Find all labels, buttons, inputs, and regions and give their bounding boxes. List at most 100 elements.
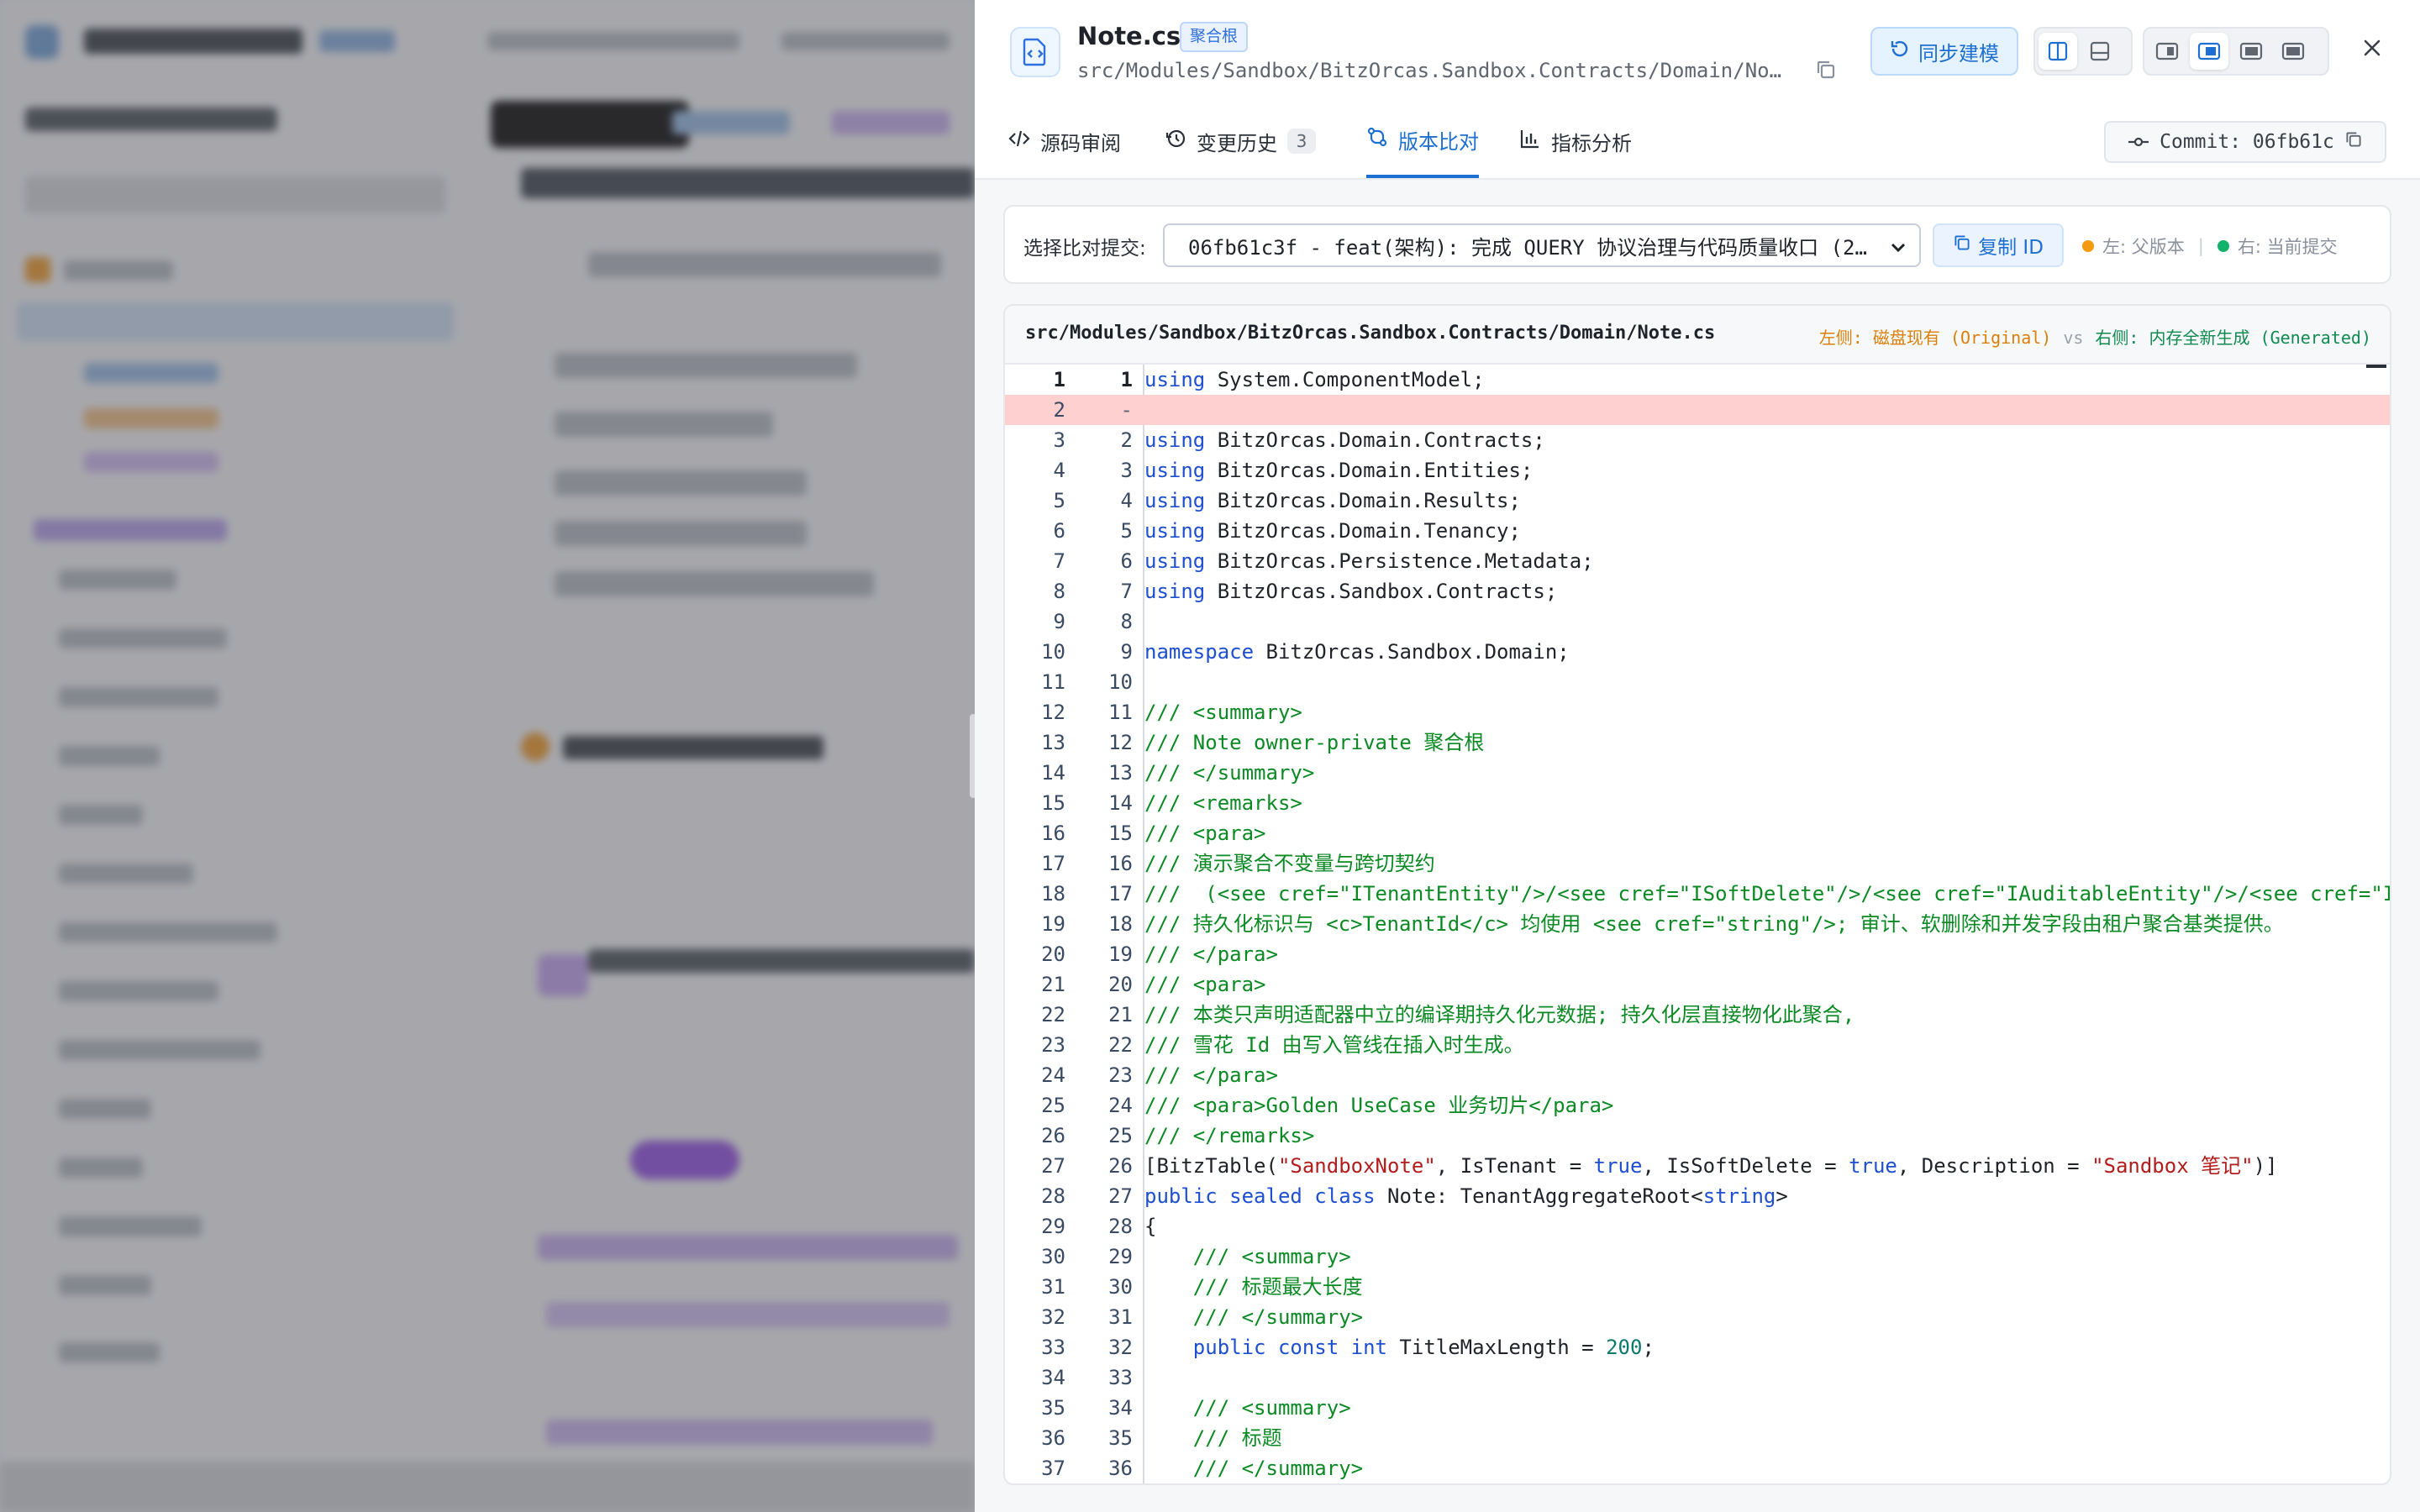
- copy-id-label: 复制 ID: [1978, 237, 2044, 259]
- diff-line: 37 36 /// </summary>: [1005, 1453, 2390, 1483]
- code-text: /// 持久化标识与 <c>TenantId</c> 均使用 <see cref…: [1144, 912, 2284, 936]
- tab-label: 变更历史: [1197, 131, 1277, 155]
- right-line-number: 6: [1120, 549, 1133, 573]
- copy-id-button[interactable]: 复制 ID: [1933, 223, 2064, 267]
- panel-full-icon[interactable]: [2274, 33, 2312, 70]
- diff-line: 30 29 /// <summary>: [1005, 1242, 2390, 1272]
- right-line-number: 5: [1120, 519, 1133, 543]
- right-line-number: 9: [1120, 640, 1133, 664]
- left-line-number: 31: [1041, 1275, 1065, 1299]
- left-line-number: 15: [1041, 791, 1065, 815]
- panel-left-icon[interactable]: [2148, 33, 2186, 70]
- tab-metrics-analysis[interactable]: 指标分析: [1519, 104, 1632, 178]
- copy-icon[interactable]: [2344, 130, 2363, 154]
- diff-line: 18 17 /// (<see cref="ITenantEntity"/>/<se…: [1005, 879, 2390, 909]
- diff-line: 98: [1005, 606, 2390, 637]
- layout-bottom-icon[interactable]: [2081, 33, 2119, 70]
- right-line-number: 22: [1108, 1033, 1133, 1057]
- code-text: /// <para>Golden UseCase 业务切片</para>: [1144, 1094, 1614, 1117]
- legend-right: 右: 当前提交: [2237, 237, 2338, 257]
- commit-chip[interactable]: Commit: 06fb61c: [2104, 121, 2386, 163]
- right-line-number: 1: [1120, 368, 1133, 391]
- left-line-number: 5: [1053, 489, 1065, 512]
- diff-line: 19 18 /// 持久化标识与 <c>TenantId</c> 均使用 <see …: [1005, 909, 2390, 939]
- left-line-number: 32: [1041, 1305, 1065, 1329]
- layout-split-icon[interactable]: [2039, 33, 2077, 70]
- left-line-number: 22: [1041, 1003, 1065, 1026]
- diff-line: 4 3 using BitzOrcas.Domain.Entities;: [1005, 455, 2390, 486]
- left-line-number: 24: [1041, 1063, 1065, 1087]
- commit-select-value: 06fb61c3f - feat(架构): 完成 QUERY 协议治理与代码质量…: [1188, 235, 1877, 260]
- right-line-number: 19: [1108, 942, 1133, 966]
- diff-line: 34 33: [1005, 1362, 2390, 1393]
- legend-separator: |: [2197, 236, 2204, 256]
- left-line-number: 37: [1041, 1457, 1065, 1480]
- file-name: Note.cs: [1077, 22, 1181, 50]
- diff-line: 6 5 using BitzOrcas.Domain.Tenancy;: [1005, 516, 2390, 546]
- modal-scrim[interactable]: [0, 0, 975, 1512]
- right-line-number: 29: [1108, 1245, 1133, 1268]
- sync-modeling-button[interactable]: 同步建模: [1870, 27, 2018, 76]
- right-line-number: 7: [1120, 580, 1133, 603]
- left-line-number: 10: [1041, 640, 1065, 664]
- right-line-number: 18: [1108, 912, 1133, 936]
- tab-change-history[interactable]: 变更历史 3: [1165, 104, 1316, 178]
- commit-icon: [2128, 131, 2149, 153]
- left-line-number: 26: [1041, 1124, 1065, 1147]
- sync-modeling-label: 同步建模: [1918, 41, 1999, 66]
- right-line-number: 3: [1120, 459, 1133, 482]
- diff-sides: 左侧: 磁盘现有 (Original) vs 右侧: 内存全新生成 (Generat…: [1819, 324, 2371, 349]
- left-line-number: 4: [1053, 459, 1065, 482]
- code-text: /// <summary>: [1144, 701, 1302, 724]
- diff-header: src/Modules/Sandbox/BitzOrcas.Sandbox.Co…: [1005, 306, 2390, 365]
- panel-wide-icon[interactable]: [2232, 33, 2270, 70]
- diff-line: 23 22 /// 雪花 Id 由写入管线在插入时生成。: [1005, 1030, 2390, 1060]
- left-line-number: 20: [1041, 942, 1065, 966]
- diff-vs: vs: [2063, 328, 2084, 348]
- tab-source-review[interactable]: 源码审阅: [1008, 104, 1121, 178]
- code-text: using BitzOrcas.Domain.Contracts;: [1144, 428, 1545, 452]
- right-line-number: 13: [1108, 761, 1133, 785]
- code-icon: [1008, 129, 1030, 153]
- diff-line: 5 4 using BitzOrcas.Domain.Results;: [1005, 486, 2390, 516]
- layout-toggle-group: [2033, 27, 2133, 76]
- diff-line: 8 7 using BitzOrcas.Sandbox.Contracts;: [1005, 576, 2390, 606]
- width-toggle-group: [2143, 27, 2329, 76]
- compare-select-label: 选择比对提交:: [1023, 238, 1146, 260]
- code-text: /// 标题最大长度: [1192, 1275, 1363, 1299]
- code-text: using BitzOrcas.Domain.Entities;: [1144, 459, 1534, 482]
- compare-icon: [1366, 126, 1388, 153]
- code-text: using BitzOrcas.Domain.Tenancy;: [1144, 519, 1521, 543]
- right-line-number: 10: [1108, 670, 1133, 694]
- tab-version-compare[interactable]: 版本比对: [1366, 104, 1479, 178]
- right-line-number: 34: [1108, 1396, 1133, 1420]
- history-count-badge: 3: [1287, 129, 1316, 154]
- left-line-number: 23: [1041, 1033, 1065, 1057]
- commit-select[interactable]: 06fb61c3f - feat(架构): 完成 QUERY 协议治理与代码质量…: [1163, 223, 1921, 267]
- left-line-number: 35: [1041, 1396, 1065, 1420]
- tab-label: 源码审阅: [1040, 131, 1121, 155]
- code-text: /// <remarks>: [1144, 791, 1302, 815]
- right-line-number: 11: [1108, 701, 1133, 724]
- left-line-number: 17: [1041, 852, 1065, 875]
- right-line-number: 21: [1108, 1003, 1133, 1026]
- diff-line: 22 21 /// 本类只声明适配器中立的编译期持久化元数据; 持久化层直接物化此聚…: [1005, 1000, 2390, 1030]
- diff-line: 17 16 /// 演示聚合不变量与跨切契约: [1005, 848, 2390, 879]
- file-code-icon: [1010, 27, 1060, 77]
- right-line-number: 23: [1108, 1063, 1133, 1087]
- diff-right-label: 右侧: 内存全新生成 (Generated): [2095, 328, 2371, 348]
- diff-line: 20 19 /// </para>: [1005, 939, 2390, 969]
- right-line-number: 35: [1108, 1426, 1133, 1450]
- right-line-number: 28: [1108, 1215, 1133, 1238]
- diff-line: 7 6 using BitzOrcas.Persistence.Metadata;: [1005, 546, 2390, 576]
- left-line-number: 7: [1053, 549, 1065, 573]
- diff-line: 25 24 /// <para>Golden UseCase 业务切片</para>: [1005, 1090, 2390, 1121]
- panel-center-icon[interactable]: [2190, 33, 2228, 70]
- diff-line: 16 15 /// <para>: [1005, 818, 2390, 848]
- left-line-number: 6: [1053, 519, 1065, 543]
- close-icon[interactable]: [2360, 35, 2385, 64]
- left-line-number: 12: [1041, 701, 1065, 724]
- right-line-number: 31: [1108, 1305, 1133, 1329]
- left-line-number: 30: [1041, 1245, 1065, 1268]
- copy-icon[interactable]: [1815, 59, 1837, 84]
